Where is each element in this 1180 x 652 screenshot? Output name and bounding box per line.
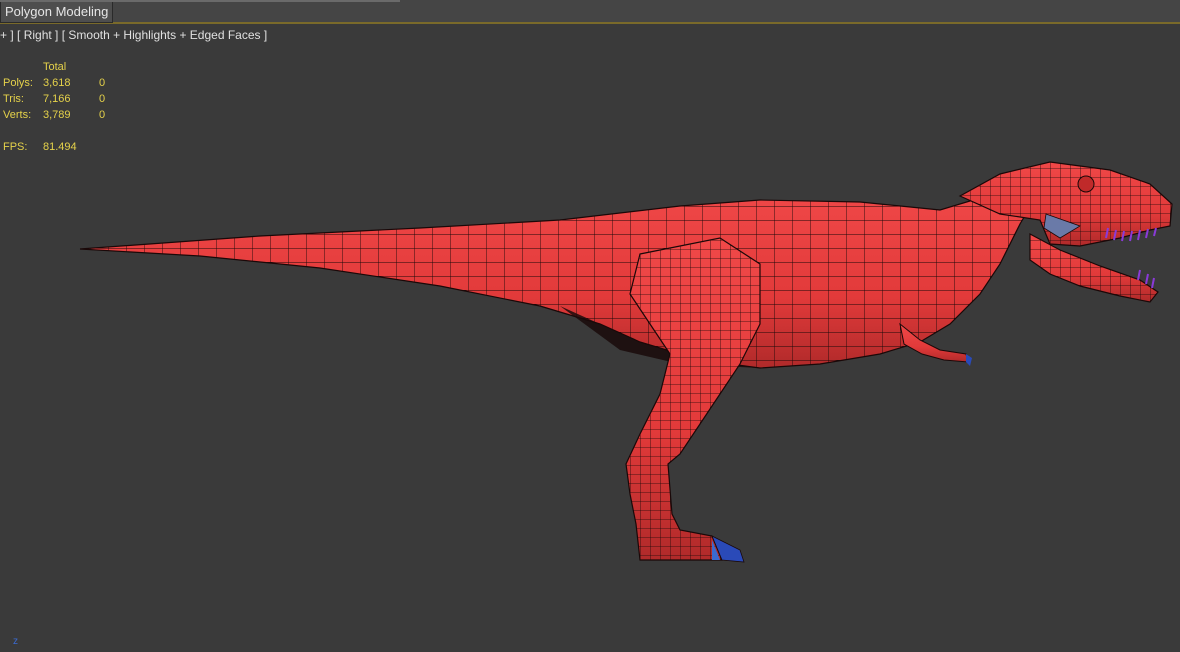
mesh-body: [79, 189, 1042, 369]
stats-selected: 0: [99, 77, 106, 89]
fps-label: FPS:: [3, 141, 28, 153]
fps-value: 81.494: [43, 141, 77, 153]
axis-tripod-z: z: [13, 636, 18, 647]
ribbon-bar: Polygon Modeling: [0, 0, 1180, 24]
viewport-menu-plus[interactable]: + ]: [0, 28, 14, 42]
stats-total: 3,789: [43, 109, 71, 121]
stats-selected: 0: [99, 93, 106, 105]
stats-label: Verts:: [3, 109, 32, 121]
viewport-shading-menu[interactable]: [ Smooth + Highlights + Edged Faces ]: [62, 28, 267, 42]
trex-mesh[interactable]: [0, 24, 1180, 652]
stats-header-total: Total: [43, 61, 67, 73]
viewport-view-menu[interactable]: [ Right ]: [17, 28, 58, 42]
stats-label: Polys:: [3, 77, 33, 89]
viewport-label: + ] [ Right ] [ Smooth + Highlights + Ed…: [0, 28, 267, 42]
mesh-leg: [625, 237, 761, 563]
tab-polygon-modeling[interactable]: Polygon Modeling: [0, 2, 114, 23]
stats-total: 3,618: [43, 77, 71, 89]
stats-total: 7,166: [43, 93, 71, 105]
stats-label: Tris:: [3, 93, 24, 105]
stats-selected: 0: [99, 109, 106, 121]
viewport-right[interactable]: + ] [ Right ] [ Smooth + Highlights + Ed…: [0, 24, 1180, 652]
